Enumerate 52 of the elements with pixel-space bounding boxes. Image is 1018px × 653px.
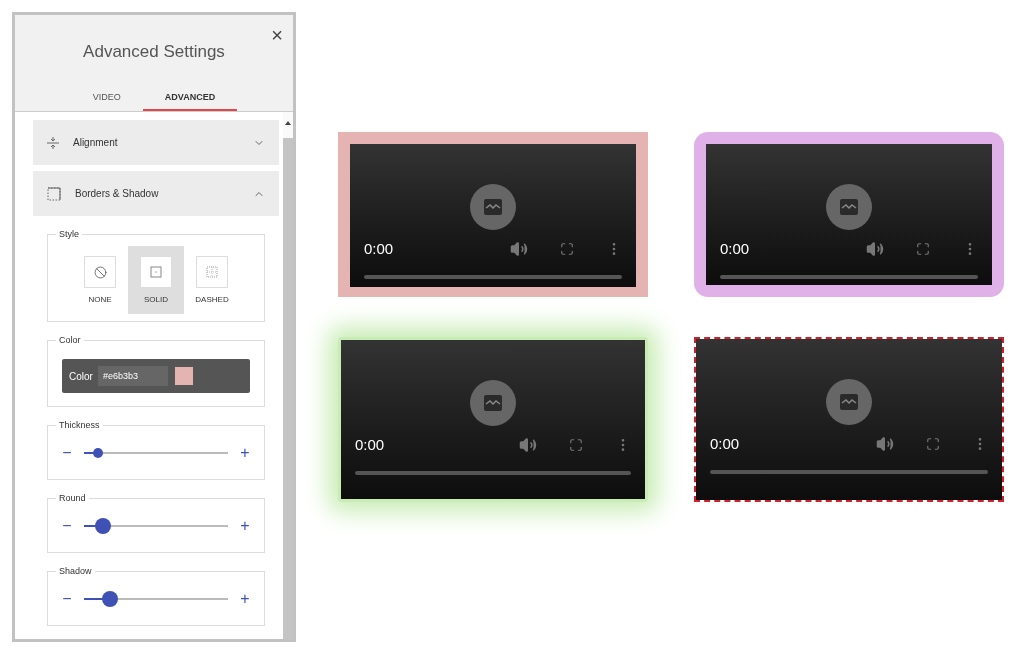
decrease-button[interactable]: − — [60, 517, 74, 534]
none-icon — [93, 265, 107, 279]
progress-bar[interactable] — [364, 274, 622, 279]
style-option[interactable]: NONE — [72, 246, 128, 314]
solid-border-icon — [150, 266, 162, 278]
video-time: 0:00 — [355, 435, 385, 455]
slider-thumb[interactable] — [94, 517, 111, 534]
style-option[interactable]: DASHED — [184, 246, 240, 314]
slider-track[interactable] — [84, 590, 228, 607]
dashed-border-icon — [206, 266, 218, 278]
color-label: Color — [69, 369, 93, 384]
fullscreen-icon[interactable] — [916, 242, 930, 257]
align-icon — [47, 135, 59, 150]
decrease-button[interactable]: − — [60, 444, 74, 461]
fullscreen-icon[interactable] — [560, 242, 574, 257]
increase-button[interactable]: + — [238, 590, 252, 607]
volume-icon[interactable] — [866, 240, 884, 259]
increase-button[interactable]: + — [238, 517, 252, 534]
style-option[interactable]: SOLID — [128, 246, 184, 314]
video-time: 0:00 — [364, 239, 394, 259]
volume-icon[interactable] — [876, 435, 894, 454]
video-time: 0:00 — [710, 434, 740, 454]
accordion-label: Alignment — [73, 136, 118, 150]
decrease-button[interactable]: − — [60, 590, 74, 607]
broken-image-icon — [826, 184, 872, 230]
color-input[interactable]: #e6b3b3 — [97, 366, 168, 386]
broken-image-icon — [470, 184, 516, 230]
slider-track[interactable] — [84, 517, 228, 534]
video-time: 0:00 — [720, 239, 750, 259]
slider-thumb[interactable] — [101, 590, 118, 607]
scroll-up-icon[interactable] — [285, 120, 291, 126]
progress-bar[interactable] — [710, 469, 988, 474]
broken-image-icon — [470, 380, 516, 426]
border-icon — [47, 186, 61, 201]
volume-icon[interactable] — [519, 436, 537, 455]
broken-image-icon — [826, 379, 872, 425]
color-swatch[interactable] — [174, 367, 193, 385]
fieldset-legend: Style — [56, 227, 82, 241]
slider-thumb[interactable] — [93, 447, 104, 458]
accordion-header[interactable]: Alignment — [33, 120, 279, 165]
accordion-label: Borders & Shadow — [75, 187, 159, 201]
panel-title: Advanced Settings — [83, 41, 225, 63]
volume-icon[interactable] — [510, 240, 528, 259]
tab[interactable]: ADVANCED — [142, 90, 238, 111]
fullscreen-icon[interactable] — [569, 438, 583, 453]
progress-bar[interactable] — [355, 470, 631, 475]
progress-bar[interactable] — [720, 274, 978, 279]
fullscreen-icon[interactable] — [926, 437, 940, 452]
close-button[interactable]: × — [271, 25, 283, 45]
increase-button[interactable]: + — [238, 444, 252, 461]
tab[interactable]: VIDEO — [70, 90, 143, 111]
accordion-header[interactable]: Borders & Shadow — [33, 171, 279, 216]
